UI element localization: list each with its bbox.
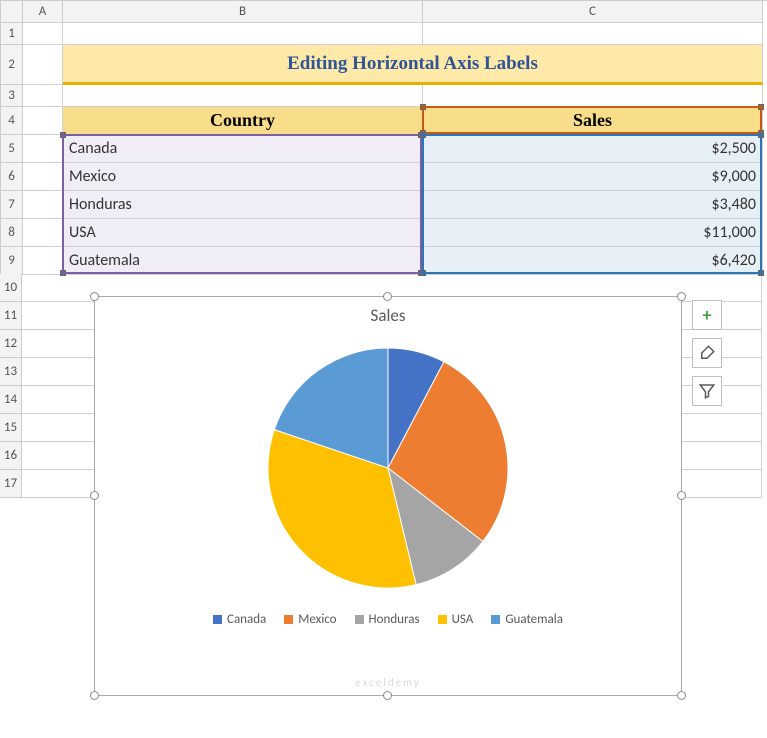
watermark: exceldemy [95, 676, 681, 689]
legend-item-usa[interactable]: USA [438, 612, 474, 627]
title-cell[interactable]: Editing Horizontal Axis Labels [63, 45, 763, 85]
row-header-12[interactable]: 12 [0, 330, 22, 358]
cell-A8[interactable] [23, 219, 63, 247]
cell-sales-2[interactable]: $3,480 [423, 191, 763, 219]
funnel-icon [698, 382, 716, 400]
chart-legend[interactable]: Canada Mexico Honduras USA Guatemala [95, 612, 681, 627]
cell-C3[interactable] [423, 85, 763, 107]
row-header-16[interactable]: 16 [0, 442, 22, 470]
row-header-11[interactable]: 11 [0, 302, 22, 330]
cell-A7[interactable] [23, 191, 63, 219]
chart-elements-button[interactable]: + [692, 300, 722, 330]
legend-item-guatemala[interactable]: Guatemala [491, 612, 563, 627]
row-header-15[interactable]: 15 [0, 414, 22, 442]
chart-object[interactable]: Sales Canada Mexico Honduras USA Guatema… [94, 296, 682, 696]
chart-filters-button[interactable] [692, 376, 722, 406]
legend-item-mexico[interactable]: Mexico [284, 612, 336, 627]
row-header-5[interactable]: 5 [1, 135, 23, 163]
col-header-C[interactable]: C [423, 1, 763, 23]
cell-country-1[interactable]: Mexico [63, 163, 423, 191]
pie-chart[interactable] [95, 338, 681, 598]
cell-country-2[interactable]: Honduras [63, 191, 423, 219]
col-header-B[interactable]: B [63, 1, 423, 23]
row-header-6[interactable]: 6 [1, 163, 23, 191]
row-header-3[interactable]: 3 [1, 85, 23, 107]
cell-A9[interactable] [23, 247, 63, 275]
row-header-17[interactable]: 17 [0, 470, 22, 498]
row-header-10[interactable]: 10 [0, 274, 22, 302]
cell-A6[interactable] [23, 163, 63, 191]
cell-sales-0[interactable]: $2,500 [423, 135, 763, 163]
chart-title[interactable]: Sales [95, 305, 681, 326]
cell-A5[interactable] [23, 135, 63, 163]
header-sales[interactable]: Sales [423, 107, 763, 135]
cell-A4[interactable] [23, 107, 63, 135]
cell-B1[interactable] [63, 23, 423, 45]
legend-item-canada[interactable]: Canada [213, 612, 266, 627]
legend-item-honduras[interactable]: Honduras [355, 612, 420, 627]
row-header-2[interactable]: 2 [1, 45, 23, 85]
cell-sales-3[interactable]: $11,000 [423, 219, 763, 247]
select-all-corner[interactable] [1, 1, 23, 23]
cell-country-4[interactable]: Guatemala [63, 247, 423, 275]
row-header-4[interactable]: 4 [1, 107, 23, 135]
cell-B3[interactable] [63, 85, 423, 107]
cell-A3[interactable] [23, 85, 63, 107]
col-header-A[interactable]: A [23, 1, 63, 23]
row-header-1[interactable]: 1 [1, 23, 23, 45]
cell-country-3[interactable]: USA [63, 219, 423, 247]
cell-A1[interactable] [23, 23, 63, 45]
row-header-9[interactable]: 9 [1, 247, 23, 275]
cell-A2[interactable] [23, 45, 63, 85]
cell-C1[interactable] [423, 23, 763, 45]
plus-icon: + [703, 304, 712, 326]
cell-sales-1[interactable]: $9,000 [423, 163, 763, 191]
row-header-7[interactable]: 7 [1, 191, 23, 219]
spreadsheet-grid[interactable]: A B C 1 2 Editing Horizontal Axis Labels… [0, 0, 767, 275]
row-header-13[interactable]: 13 [0, 358, 22, 386]
row-header-14[interactable]: 14 [0, 386, 22, 414]
header-country[interactable]: Country [63, 107, 423, 135]
chart-styles-button[interactable] [692, 338, 722, 368]
brush-icon [698, 344, 716, 362]
cell-sales-4[interactable]: $6,420 [423, 247, 763, 275]
cell-country-0[interactable]: Canada [63, 135, 423, 163]
row-header-8[interactable]: 8 [1, 219, 23, 247]
